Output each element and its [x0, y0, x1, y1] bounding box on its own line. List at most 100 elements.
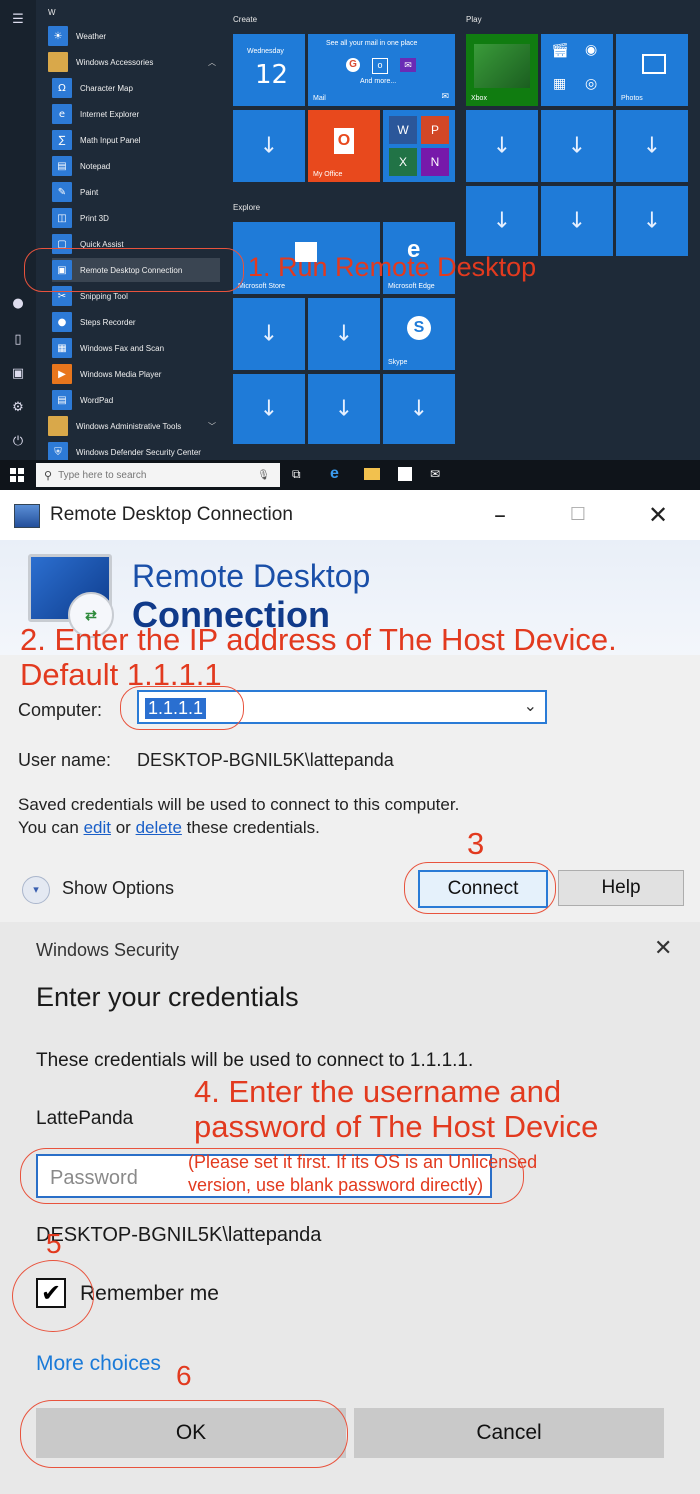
download-tile[interactable]: ↓ — [541, 186, 613, 256]
section-letter[interactable]: W — [48, 8, 56, 17]
file-explorer-icon[interactable] — [364, 468, 380, 480]
store-taskbar-icon[interactable] — [398, 467, 412, 481]
group-explore: Explore — [233, 203, 261, 212]
media-apps-tile[interactable]: 🎬︎ ◉ ▦ ◎ — [541, 34, 613, 106]
app-paint[interactable]: ✎ Paint — [52, 180, 220, 204]
chevron-down-icon[interactable]: ⌄ — [524, 696, 537, 715]
remember-me-label[interactable]: Remember me — [80, 1282, 219, 1306]
pictures-icon[interactable]: ▣ — [10, 366, 26, 382]
close-button[interactable]: ✕ — [638, 498, 678, 532]
download-tile[interactable]: ↓ — [383, 374, 455, 444]
annotation-ring-step2 — [120, 686, 244, 730]
app-label: Windows Fax and Scan — [80, 343, 165, 353]
app-internet-explorer[interactable]: e Internet Explorer — [52, 102, 220, 126]
show-options-label[interactable]: Show Options — [62, 878, 174, 899]
delete-link[interactable]: delete — [136, 818, 182, 837]
app-media-player[interactable]: ▶ Windows Media Player — [52, 362, 220, 386]
download-tile[interactable]: ↓ — [308, 374, 380, 444]
app-fax-scan[interactable]: ▦ Windows Fax and Scan — [52, 336, 220, 360]
camera-icon: ◎ — [585, 76, 598, 92]
help-button[interactable]: Help — [558, 870, 684, 906]
download-tile[interactable]: ↓ — [233, 374, 305, 444]
app-steps-recorder[interactable]: ● Steps Recorder — [52, 310, 220, 334]
app-windows-accessories[interactable]: Windows Accessories ︿ — [48, 50, 220, 74]
my-office-label: My Office — [313, 171, 343, 178]
app-math-input[interactable]: ∑ Math Input Panel — [52, 128, 220, 152]
maximize-button[interactable]: ☐ — [558, 498, 598, 532]
app-weather[interactable]: ☀ Weather — [48, 24, 220, 48]
xbox-tile[interactable]: Xbox — [466, 34, 538, 106]
mail-taskbar-icon[interactable]: ✉ — [430, 467, 440, 481]
skype-tile[interactable]: S Skype — [383, 298, 455, 370]
internet-explorer-icon: e — [52, 104, 72, 124]
download-arrow-icon: ↓ — [334, 396, 354, 422]
group-create: Create — [233, 15, 258, 24]
minimize-button[interactable]: – — [480, 498, 520, 532]
mail-tile[interactable]: See all your mail in one place G o ✉ And… — [308, 34, 455, 106]
edit-link[interactable]: edit — [84, 818, 111, 837]
power-icon[interactable]: ⏻ — [10, 434, 26, 450]
annotation-ring-step4 — [20, 1148, 524, 1204]
edge-taskbar-icon[interactable]: e — [330, 465, 339, 483]
microphone-icon[interactable]: 🎙︎ — [257, 470, 270, 481]
annotation-ring-step1 — [24, 248, 244, 292]
app-label: Print 3D — [80, 213, 109, 223]
app-label: Steps Recorder — [80, 317, 136, 327]
windows-start-icon[interactable] — [10, 468, 24, 482]
cancel-button[interactable]: Cancel — [354, 1408, 664, 1458]
download-tile[interactable]: ↓ — [466, 110, 538, 182]
download-tile[interactable]: ↓ — [308, 298, 380, 370]
annotation-step5: 5 — [46, 1228, 62, 1259]
show-options-chevron-icon[interactable]: ▾ — [22, 876, 50, 904]
download-tile[interactable]: ↓ — [233, 110, 305, 182]
annotation-ring-step5 — [12, 1260, 94, 1332]
store-label: Microsoft Store — [238, 283, 286, 290]
security-dialog-title: Windows Security — [36, 940, 180, 960]
annotation-step2-line1: 2. Enter the IP address of The Host Devi… — [20, 622, 617, 657]
download-arrow-icon: ↓ — [409, 396, 429, 422]
excel-icon: X — [389, 148, 417, 176]
app-character-map[interactable]: Ω Character Map — [52, 76, 220, 100]
office-apps-tile[interactable]: W P X N — [383, 110, 455, 182]
app-label: Character Map — [80, 83, 133, 93]
skype-label: Skype — [388, 359, 408, 366]
download-arrow-icon: ↓ — [567, 133, 587, 159]
documents-icon[interactable]: ▯ — [10, 332, 26, 348]
calendar-tile[interactable]: Wednesday 12 — [233, 34, 305, 106]
download-tile[interactable]: ↓ — [466, 186, 538, 256]
taskbar-search-box[interactable]: ⚲ 🎙︎ — [36, 463, 280, 487]
app-print3d[interactable]: ◫ Print 3D — [52, 206, 220, 230]
these-credentials-text: these credentials. — [186, 818, 320, 837]
username-label: User name: — [18, 750, 112, 770]
close-icon[interactable]: ✕ — [654, 936, 672, 961]
app-label: Windows Accessories — [76, 57, 154, 67]
character-map-icon: Ω — [52, 78, 72, 98]
hamburger-menu-icon[interactable]: ☰ — [10, 12, 26, 28]
rdc-window-title: Remote Desktop Connection — [50, 504, 293, 525]
app-notepad[interactable]: ▤ Notepad — [52, 154, 220, 178]
my-office-tile[interactable]: O My Office — [308, 110, 380, 182]
download-tile[interactable]: ↓ — [233, 298, 305, 370]
more-choices-link[interactable]: More choices — [36, 1352, 161, 1376]
or-text: or — [115, 818, 131, 837]
movies-icon: 🎬︎ — [551, 42, 569, 58]
app-label: Windows Administrative Tools — [76, 421, 182, 431]
settings-gear-icon[interactable]: ⚙ — [10, 400, 26, 416]
photos-tile[interactable]: Photos — [616, 34, 688, 106]
download-tile[interactable]: ↓ — [616, 186, 688, 256]
mail-header: See all your mail in one place — [326, 40, 418, 47]
download-tile[interactable]: ↓ — [616, 110, 688, 182]
annotation-step6: 6 — [176, 1360, 192, 1391]
app-label: Notepad — [80, 161, 111, 171]
shield-icon: ⛨ — [48, 442, 68, 462]
user-account-icon[interactable]: ● — [10, 296, 26, 312]
app-wordpad[interactable]: ▤ WordPad — [52, 388, 220, 412]
app-windows-admin-tools[interactable]: Windows Administrative Tools ﹀ — [48, 414, 220, 438]
download-arrow-icon: ↓ — [492, 208, 512, 234]
task-view-icon[interactable]: ⧉ — [292, 467, 301, 482]
banner-title-line1: Remote Desktop — [132, 558, 371, 594]
search-input[interactable] — [56, 468, 241, 482]
download-tile[interactable]: ↓ — [541, 110, 613, 182]
fax-scan-icon: ▦ — [52, 338, 72, 358]
you-can-text: You can — [18, 818, 79, 837]
